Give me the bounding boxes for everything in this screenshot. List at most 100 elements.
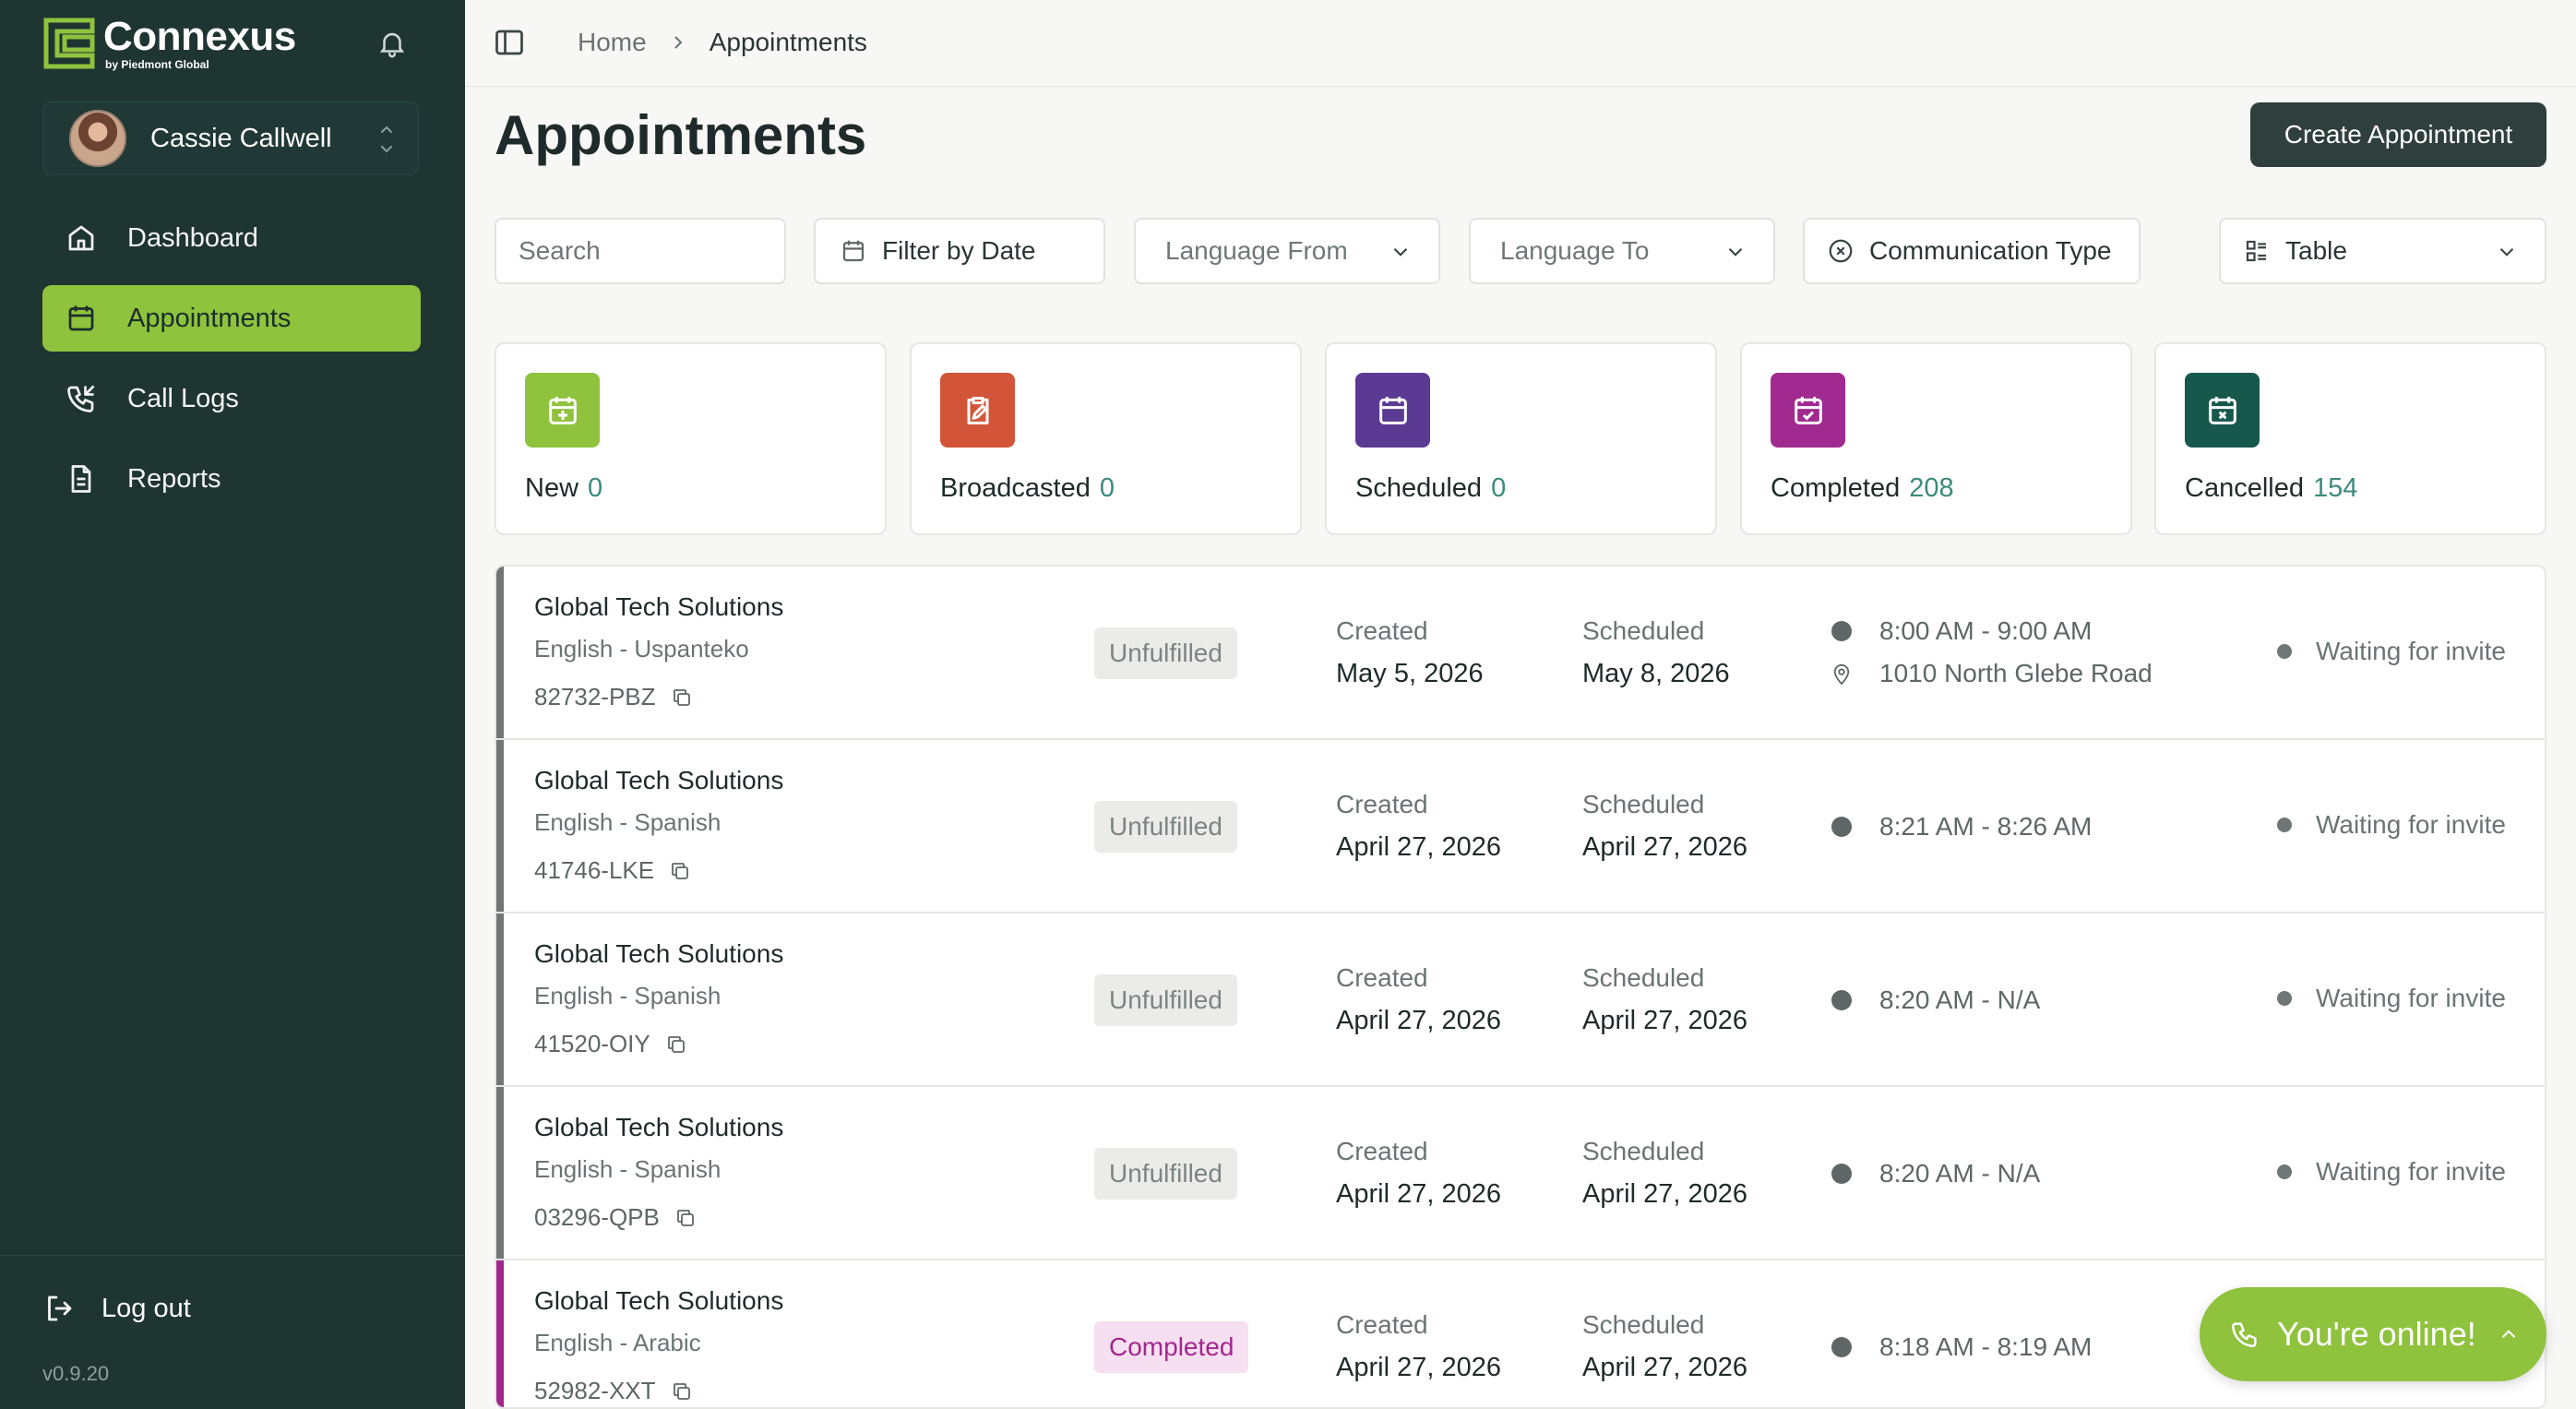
invite-status: Waiting for invite [2277, 1157, 2506, 1187]
appointment-row[interactable]: Global Tech Solutions English - Spanish … [496, 1087, 2545, 1260]
chevron-down-icon [1393, 247, 1408, 257]
invite-status: Waiting for invite [2277, 984, 2506, 1013]
appointment-code: 52982-XXT [534, 1377, 693, 1405]
created-label: Created [1336, 963, 1428, 992]
status-stripe [496, 1260, 504, 1407]
copy-icon[interactable] [665, 1033, 687, 1056]
language-to-select[interactable]: Language To [1469, 218, 1775, 284]
created-label: Created [1336, 616, 1428, 645]
status-stripe [496, 740, 504, 912]
appointment-list: Global Tech Solutions English - Uspantek… [495, 565, 2546, 1409]
scheduled-date: April 27, 2026 [1582, 832, 1747, 862]
stat-card-cancelled[interactable]: Cancelled 154 [2154, 342, 2546, 535]
logout-button[interactable]: Log out [42, 1292, 191, 1325]
time-range: 8:18 AM - 8:19 AM [1831, 1332, 2092, 1362]
created-label: Created [1336, 1310, 1428, 1339]
status-badge: Completed [1094, 1321, 1249, 1373]
bell-icon[interactable] [376, 28, 408, 59]
avatar [69, 110, 126, 167]
status-dot-icon [2277, 1164, 2292, 1179]
user-switcher[interactable]: Cassie Callwell [42, 101, 419, 175]
time-range: 8:20 AM - N/A [1831, 985, 2040, 1015]
sidebar-item-call-logs[interactable]: Call Logs [42, 365, 421, 432]
copy-icon[interactable] [674, 1207, 697, 1229]
status-dot-icon [2277, 818, 2292, 832]
stat-card-broadcasted[interactable]: Broadcasted 0 [910, 342, 1302, 535]
filter-by-date-button[interactable]: Filter by Date [814, 218, 1105, 284]
appointment-code: 41746-LKE [534, 856, 691, 885]
appointment-row[interactable]: Global Tech Solutions English - Spanish … [496, 913, 2545, 1087]
sidebar-item-dashboard[interactable]: Dashboard [42, 205, 421, 271]
brand-name: Connexus [103, 14, 296, 59]
stat-count: 0 [1491, 473, 1507, 503]
online-status-button[interactable]: You're online! [2200, 1287, 2546, 1381]
language-from-label: Language From [1165, 236, 1348, 265]
chevron-up-icon [2501, 1330, 2515, 1339]
copy-icon[interactable] [671, 687, 693, 709]
brand-logo[interactable]: Connexus by Piedmont Global [42, 17, 296, 70]
search-placeholder: Search [519, 236, 601, 265]
stat-count: 154 [2312, 473, 2358, 503]
communication-type-label: Communication Type [1869, 236, 2112, 265]
scheduled-date: April 27, 2026 [1582, 1353, 1747, 1382]
appointment-row[interactable]: Global Tech Solutions English - Uspantek… [496, 567, 2545, 740]
stat-card-scheduled[interactable]: Scheduled 0 [1325, 342, 1717, 535]
invite-status: Waiting for invite [2277, 637, 2506, 666]
chevron-right-icon [674, 36, 683, 49]
breadcrumb-home[interactable]: Home [578, 28, 647, 57]
created-label: Created [1336, 1137, 1428, 1165]
status-badge: Unfulfilled [1094, 627, 1237, 679]
stat-label: Broadcasted 0 [940, 473, 1115, 503]
stat-card-completed[interactable]: Completed 208 [1740, 342, 2132, 535]
language-pair: English - Spanish [534, 982, 722, 1009]
sidebar-item-label: Reports [127, 463, 221, 494]
stat-label: Cancelled 154 [2185, 473, 2358, 503]
stat-icon-box [1355, 373, 1430, 448]
appointment-row[interactable]: Global Tech Solutions English - Spanish … [496, 740, 2545, 913]
status-stripe [496, 1087, 504, 1259]
language-pair: English - Arabic [534, 1329, 701, 1356]
stat-label: Scheduled 0 [1355, 473, 1507, 503]
chevron-updown-icon [381, 125, 392, 153]
scheduled-label: Scheduled [1582, 1310, 1705, 1339]
stat-count: 208 [1909, 473, 1954, 503]
stat-label: New 0 [525, 473, 603, 503]
copy-icon[interactable] [671, 1380, 693, 1403]
copy-icon[interactable] [669, 860, 691, 882]
logout-label: Log out [101, 1293, 191, 1323]
sidebar-nav: Dashboard Appointments Call Logs Reports [42, 205, 421, 526]
appointment-code-text: 82732-PBZ [534, 683, 656, 710]
sidebar-item-reports[interactable]: Reports [42, 446, 421, 512]
circle-x-icon [1829, 239, 1853, 263]
search-input[interactable]: Search [495, 218, 786, 284]
communication-type-filter[interactable]: Communication Type [1803, 218, 2141, 284]
create-appointment-button[interactable]: Create Appointment [2250, 102, 2546, 167]
online-status-label: You're online! [2277, 1315, 2476, 1353]
scheduled-label: Scheduled [1582, 963, 1705, 992]
appointment-code-text: 41520-OIY [534, 1030, 650, 1057]
sidebar-item-appointments[interactable]: Appointments [42, 285, 421, 352]
language-from-select[interactable]: Language From [1134, 218, 1440, 284]
connexus-logo-icon [43, 18, 95, 69]
sidebar-toggle-icon[interactable] [493, 26, 526, 59]
created-label: Created [1336, 790, 1428, 818]
phone-incoming-icon [67, 385, 95, 412]
appointment-code: 03296-QPB [534, 1203, 697, 1232]
language-to-label: Language To [1500, 236, 1650, 265]
view-select[interactable]: Table [2219, 218, 2546, 284]
stat-card-new[interactable]: New 0 [495, 342, 887, 535]
created-date: April 27, 2026 [1336, 1353, 1501, 1382]
company-name: Global Tech Solutions [534, 766, 784, 794]
status-stripe [496, 913, 504, 1085]
created-date: April 27, 2026 [1336, 1006, 1501, 1035]
status-dot-icon [2277, 991, 2292, 1006]
brand-subtitle: by Piedmont Global [105, 58, 209, 71]
company-name: Global Tech Solutions [534, 592, 784, 621]
company-name: Global Tech Solutions [534, 1113, 784, 1141]
filter-date-label: Filter by Date [882, 236, 1036, 265]
stat-icon-box [1771, 373, 1845, 448]
calendar-icon [68, 305, 94, 331]
language-pair: English - Uspanteko [534, 635, 749, 663]
status-stripe [496, 567, 504, 738]
chevron-down-icon [2499, 247, 2514, 257]
